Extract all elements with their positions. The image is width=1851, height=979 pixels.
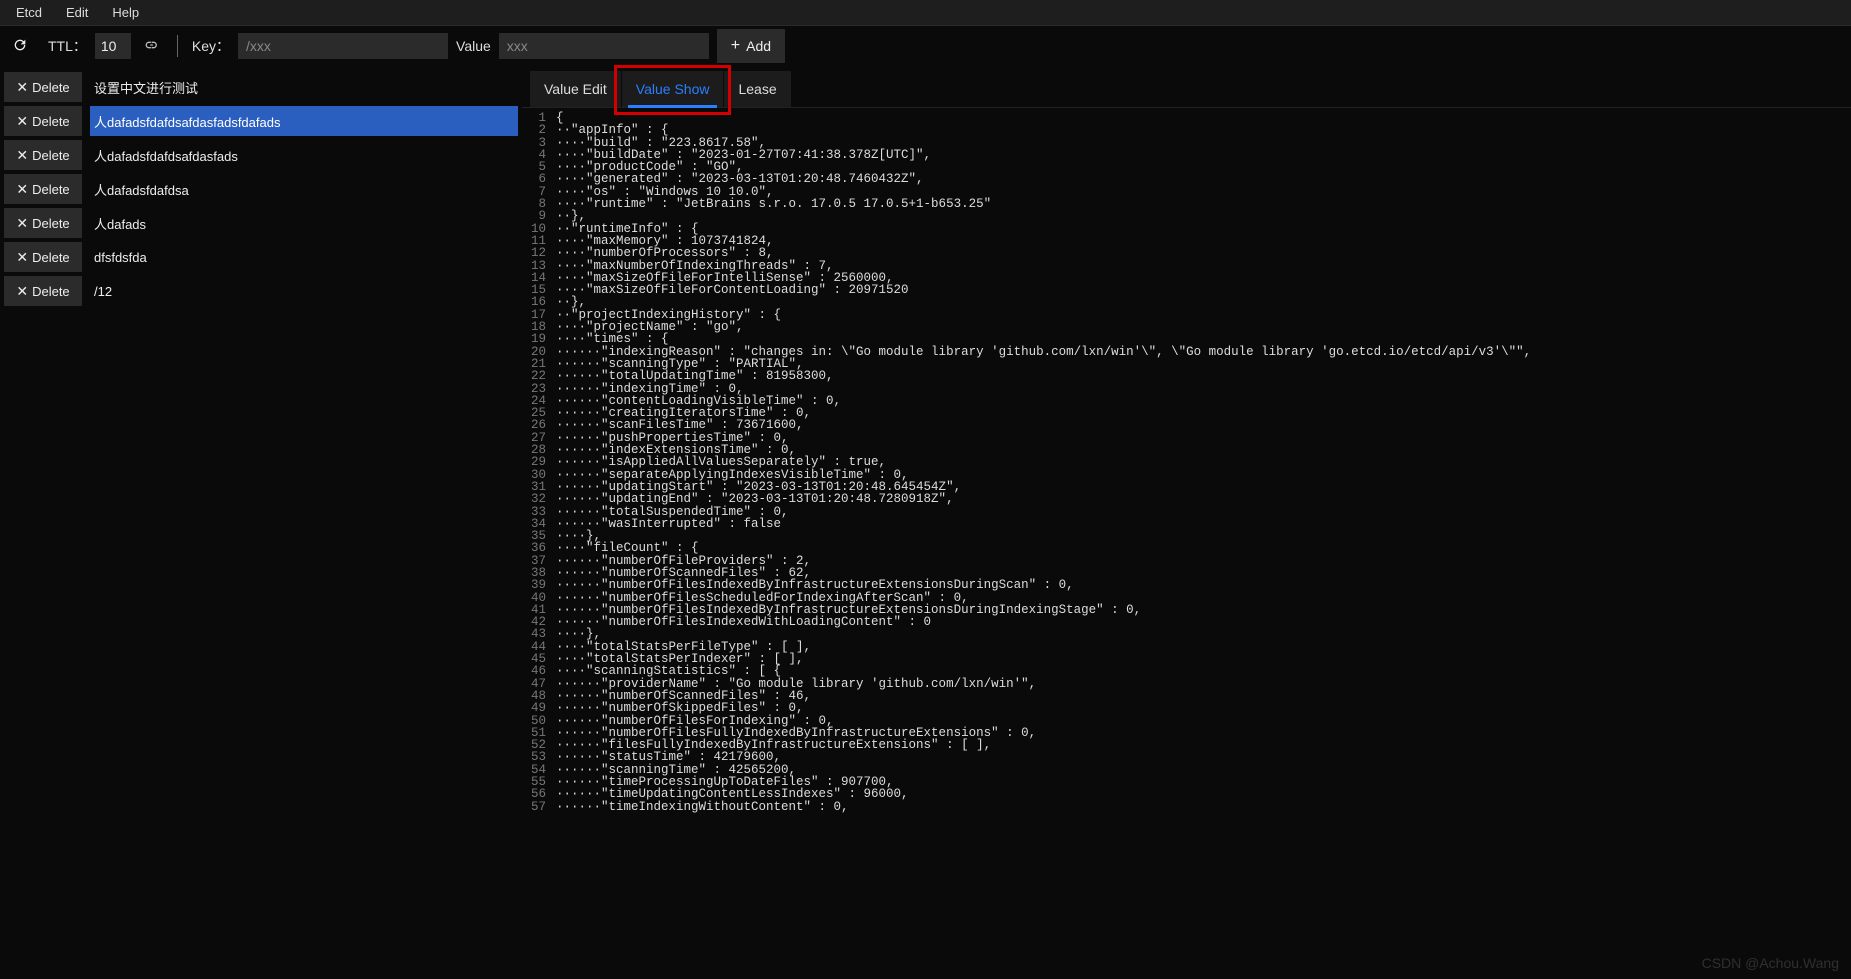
plus-icon: + [731, 37, 740, 55]
delete-button[interactable]: ✕ Delete [4, 276, 82, 306]
value-label: Value [456, 38, 491, 54]
value-input[interactable] [499, 33, 709, 59]
refresh-icon[interactable] [8, 33, 32, 60]
key-input[interactable] [238, 33, 448, 59]
sidebar: ✕ Delete 设置中文进行测试 ✕ Delete 人dafadsfdafdsafdas… [0, 66, 522, 979]
delete-label: Delete [32, 182, 70, 197]
key-label[interactable]: 设置中文进行测试 [90, 72, 518, 102]
delete-button[interactable]: ✕ Delete [4, 106, 82, 136]
add-button[interactable]: + Add [717, 29, 785, 63]
delete-button[interactable]: ✕ Delete [4, 208, 82, 238]
list-item[interactable]: ✕ Delete 人dafadsfdafdsafdasfads [4, 138, 518, 172]
close-icon: ✕ [16, 215, 28, 232]
menu-edit[interactable]: Edit [54, 1, 100, 24]
delete-button[interactable]: ✕ Delete [4, 140, 82, 170]
list-item[interactable]: ✕ Delete 人dafads [4, 206, 518, 240]
close-icon: ✕ [16, 147, 28, 164]
key-label[interactable]: 人dafadsfdafdsafdasfads [90, 140, 518, 170]
add-label: Add [746, 38, 771, 54]
tab-value-edit[interactable]: Value Edit [530, 71, 621, 107]
editor: 1 2 3 4 5 6 7 8 9 10 11 12 13 14 15 16 1… [522, 108, 1851, 979]
menu-etcd[interactable]: Etcd [4, 1, 54, 24]
key-label[interactable]: 人dafadsfdafdsafdasfadsfdafads [90, 106, 518, 136]
key-label[interactable]: /12 [90, 276, 518, 306]
delete-button[interactable]: ✕ Delete [4, 174, 82, 204]
ttl-input[interactable] [95, 33, 131, 59]
list-item[interactable]: ✕ Delete 设置中文进行测试 [4, 70, 518, 104]
link-icon[interactable] [139, 33, 163, 60]
watermark: CSDN @Achou.Wang [1702, 955, 1839, 971]
toolbar: TTL： Key： Value + Add [0, 26, 1851, 66]
menu-help[interactable]: Help [100, 1, 151, 24]
ttl-label: TTL： [48, 36, 87, 56]
tabs: Value EditValue ShowLease [522, 66, 1851, 108]
key-label[interactable]: dfsfdsfda [90, 242, 518, 272]
close-icon: ✕ [16, 249, 28, 266]
code[interactable]: { ··"appInfo" : { ····"build" : "223.861… [552, 108, 1851, 979]
close-icon: ✕ [16, 79, 28, 96]
delete-label: Delete [32, 80, 70, 95]
key-label: Key： [192, 36, 230, 56]
list-item[interactable]: ✕ Delete 人dafadsfdafdsa [4, 172, 518, 206]
delete-label: Delete [32, 250, 70, 265]
toolbar-divider [177, 35, 178, 57]
tab-value-show[interactable]: Value Show [622, 71, 724, 107]
close-icon: ✕ [16, 181, 28, 198]
key-label[interactable]: 人dafads [90, 208, 518, 238]
tab-lease[interactable]: Lease [724, 71, 790, 107]
close-icon: ✕ [16, 283, 28, 300]
list-item[interactable]: ✕ Delete 人dafadsfdafdsafdasfadsfdafads [4, 104, 518, 138]
delete-button[interactable]: ✕ Delete [4, 72, 82, 102]
list-item[interactable]: ✕ Delete/12 [4, 274, 518, 308]
close-icon: ✕ [16, 113, 28, 130]
list-item[interactable]: ✕ Delete dfsfdsfda [4, 240, 518, 274]
delete-button[interactable]: ✕ Delete [4, 242, 82, 272]
content: Value EditValue ShowLease 1 2 3 4 5 6 7 … [522, 66, 1851, 979]
delete-label: Delete [32, 216, 70, 231]
key-label[interactable]: 人dafadsfdafdsa [90, 174, 518, 204]
delete-label: Delete [32, 148, 70, 163]
delete-label: Delete [32, 284, 70, 299]
menubar: Etcd Edit Help [0, 0, 1851, 26]
delete-label: Delete [32, 114, 70, 129]
main: ✕ Delete 设置中文进行测试 ✕ Delete 人dafadsfdafdsafdas… [0, 66, 1851, 979]
gutter: 1 2 3 4 5 6 7 8 9 10 11 12 13 14 15 16 1… [522, 108, 552, 979]
